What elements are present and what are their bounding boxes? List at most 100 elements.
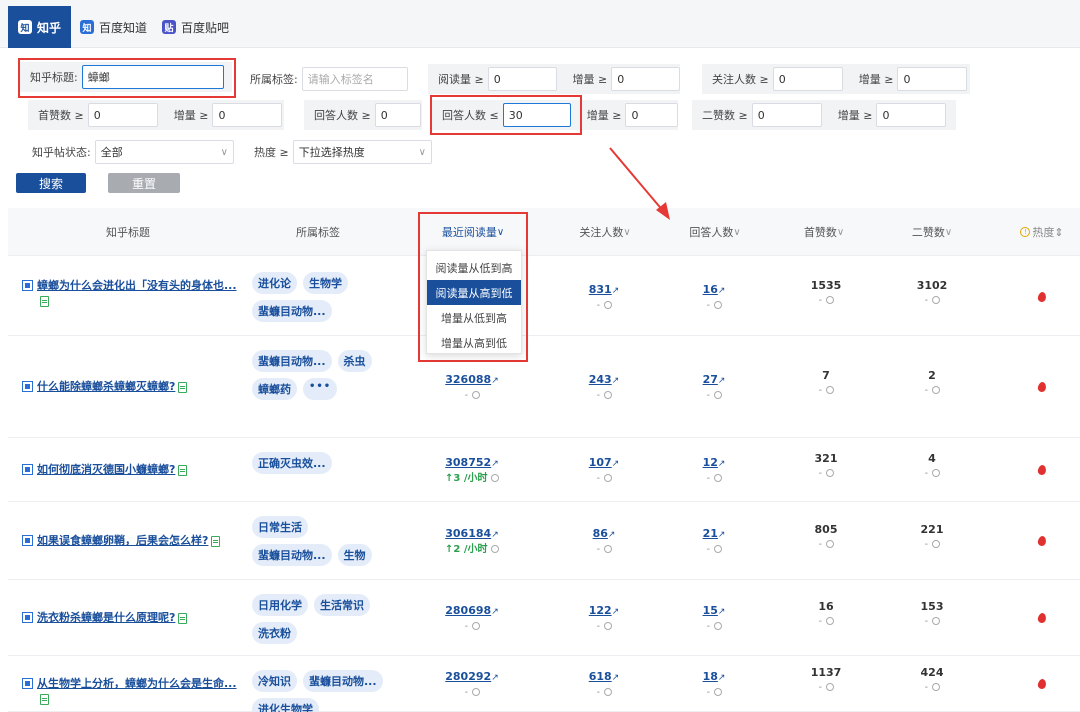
qr-code-icon[interactable] (22, 381, 33, 392)
answers-value[interactable]: 12 (703, 456, 718, 469)
follows-value[interactable]: 86 (593, 527, 608, 540)
answer-inc-input[interactable]: 0 (625, 103, 678, 127)
col-firstlikes-sort[interactable]: 首赞数 ∨ (784, 208, 864, 256)
tag-chip[interactable]: 蟑螂药 (252, 378, 297, 400)
external-link-icon[interactable]: ↗ (612, 673, 620, 683)
external-link-icon[interactable]: ↗ (491, 607, 499, 617)
secondlike-input[interactable]: 0 (751, 103, 822, 127)
tag-chip[interactable]: 蜚蠊目动物... (303, 670, 383, 692)
col-reads-sort[interactable]: 最近阅读量 ∨ (418, 208, 528, 256)
qr-code-icon[interactable] (22, 280, 33, 291)
answers-value[interactable]: 21 (703, 527, 718, 540)
search-button[interactable]: 搜索 (16, 173, 86, 193)
document-icon[interactable] (178, 381, 188, 393)
document-icon[interactable] (178, 612, 188, 624)
tag-chip[interactable]: 正确灭虫效... (252, 452, 332, 474)
firstlike-inc-input[interactable]: 0 (212, 103, 283, 127)
external-link-icon[interactable]: ↗ (718, 530, 726, 540)
answers-value[interactable]: 16 (703, 283, 718, 296)
external-link-icon[interactable]: ↗ (718, 286, 726, 296)
question-title-link[interactable]: 从生物学上分析，蟑螂为什么会是生命... (37, 677, 237, 690)
follows-value[interactable]: 122 (589, 604, 612, 617)
tab-baidu-tieba[interactable]: 贴 百度贴吧 (152, 6, 239, 48)
tag-chip[interactable]: 生活常识 (314, 594, 370, 616)
firstlike-input[interactable]: 0 (87, 103, 158, 127)
external-link-icon[interactable]: ↗ (612, 286, 620, 296)
status-select[interactable]: 全部 ∨ (94, 140, 234, 164)
tag-chip[interactable]: 生物 (337, 544, 372, 566)
secondlike-inc-input[interactable]: 0 (876, 103, 947, 127)
follows-value[interactable]: 618 (589, 670, 612, 683)
qr-code-icon[interactable] (22, 535, 33, 546)
external-link-icon[interactable]: ↗ (718, 376, 726, 386)
external-link-icon[interactable]: ↗ (491, 530, 499, 540)
document-icon[interactable] (40, 295, 49, 307)
tag-chip[interactable]: 蜚蠊目动物... (252, 544, 332, 566)
follows-value[interactable]: 107 (589, 456, 612, 469)
tag-chip[interactable]: 杀虫 (337, 350, 372, 372)
answers-value[interactable]: 18 (703, 670, 718, 683)
document-icon[interactable] (40, 693, 49, 705)
follows-value[interactable]: 831 (589, 283, 612, 296)
col-secondlikes-sort[interactable]: 二赞数 ∨ (892, 208, 972, 256)
external-link-icon[interactable]: ↗ (491, 673, 499, 683)
external-link-icon[interactable]: ↗ (608, 530, 616, 540)
question-title-link[interactable]: 什么能除蟑螂杀蟑螂灭蟑螂? (37, 380, 175, 393)
follow-input[interactable]: 0 (772, 67, 843, 91)
reads-value[interactable]: 280698 (445, 604, 491, 617)
follow-inc-input[interactable]: 0 (897, 67, 968, 91)
external-link-icon[interactable]: ↗ (491, 459, 499, 469)
question-title-link[interactable]: 如果误食蟑螂卵鞘，后果会怎么样? (37, 534, 208, 547)
tag-chip[interactable]: 生物学 (303, 272, 348, 294)
sort-option-inc-asc[interactable]: 增量从低到高 (427, 305, 521, 330)
tag-chip[interactable]: 进化生物学 (252, 698, 319, 712)
question-title-link[interactable]: 蟑螂为什么会进化出「没有头的身体也... (37, 279, 237, 292)
external-link-icon[interactable]: ↗ (612, 376, 620, 386)
second-likes-cell: 424 - (892, 666, 972, 695)
read-inc-input[interactable]: 0 (611, 67, 680, 91)
tag-chip[interactable]: 蜚蠊目动物... (252, 300, 332, 322)
first-likes-cell: 1535 - (786, 279, 866, 308)
external-link-icon[interactable]: ↗ (718, 673, 726, 683)
answer-max-input[interactable]: 30 (502, 103, 571, 127)
reads-value[interactable]: 306184 (445, 527, 491, 540)
tab-baidu-zhidao[interactable]: 知 百度知道 (70, 6, 157, 48)
tag-chip[interactable]: 蜚蠊目动物... (252, 350, 332, 372)
tag-chip[interactable]: 进化论 (252, 272, 297, 294)
answer-min-input[interactable]: 0 (374, 103, 421, 127)
qr-code-icon[interactable] (22, 612, 33, 623)
reads-value[interactable]: 280292 (445, 670, 491, 683)
tag-chip[interactable]: 冷知识 (252, 670, 297, 692)
external-link-icon[interactable]: ↗ (718, 607, 726, 617)
reset-button[interactable]: 重置 (108, 173, 180, 193)
external-link-icon[interactable]: ↗ (718, 459, 726, 469)
more-tags-button[interactable]: ••• (303, 378, 338, 400)
tab-zhihu[interactable]: 知 知乎 (8, 6, 72, 48)
sort-option-inc-desc[interactable]: 增量从高到低 (427, 330, 521, 355)
document-icon[interactable] (178, 464, 188, 476)
follows-value[interactable]: 243 (589, 373, 612, 386)
title-input[interactable]: 蟑螂 (81, 65, 224, 89)
read-input[interactable]: 0 (487, 67, 557, 91)
tag-chip[interactable]: 洗衣粉 (252, 622, 297, 644)
external-link-icon[interactable]: ↗ (491, 376, 499, 386)
tag-chip[interactable]: 日用化学 (252, 594, 308, 616)
external-link-icon[interactable]: ↗ (612, 607, 620, 617)
reads-value[interactable]: 326088 (445, 373, 491, 386)
col-heat-sort[interactable]: ! 热度 ⇕ (1012, 208, 1072, 256)
external-link-icon[interactable]: ↗ (612, 459, 620, 469)
document-icon[interactable] (211, 535, 221, 547)
reads-value[interactable]: 308752 (445, 456, 491, 469)
question-title-link[interactable]: 洗衣粉杀蟑螂是什么原理呢? (37, 611, 175, 624)
tag-chip[interactable]: 日常生活 (252, 516, 308, 538)
qr-code-icon[interactable] (22, 678, 33, 689)
col-answers-sort[interactable]: 回答人数 ∨ (670, 208, 760, 256)
question-title-link[interactable]: 如何彻底消灭德国小蠊蟑螂? (37, 463, 175, 476)
sort-option-read-asc[interactable]: 阅读量从低到高 (427, 255, 521, 280)
heat-select[interactable]: 下拉选择热度 ∨ (292, 140, 432, 164)
sort-option-read-desc[interactable]: 阅读量从高到低 (427, 280, 521, 305)
answers-value[interactable]: 15 (703, 604, 718, 617)
answers-value[interactable]: 27 (703, 373, 718, 386)
tag-input[interactable]: 请输入标签名 (301, 67, 408, 91)
qr-code-icon[interactable] (22, 464, 33, 475)
